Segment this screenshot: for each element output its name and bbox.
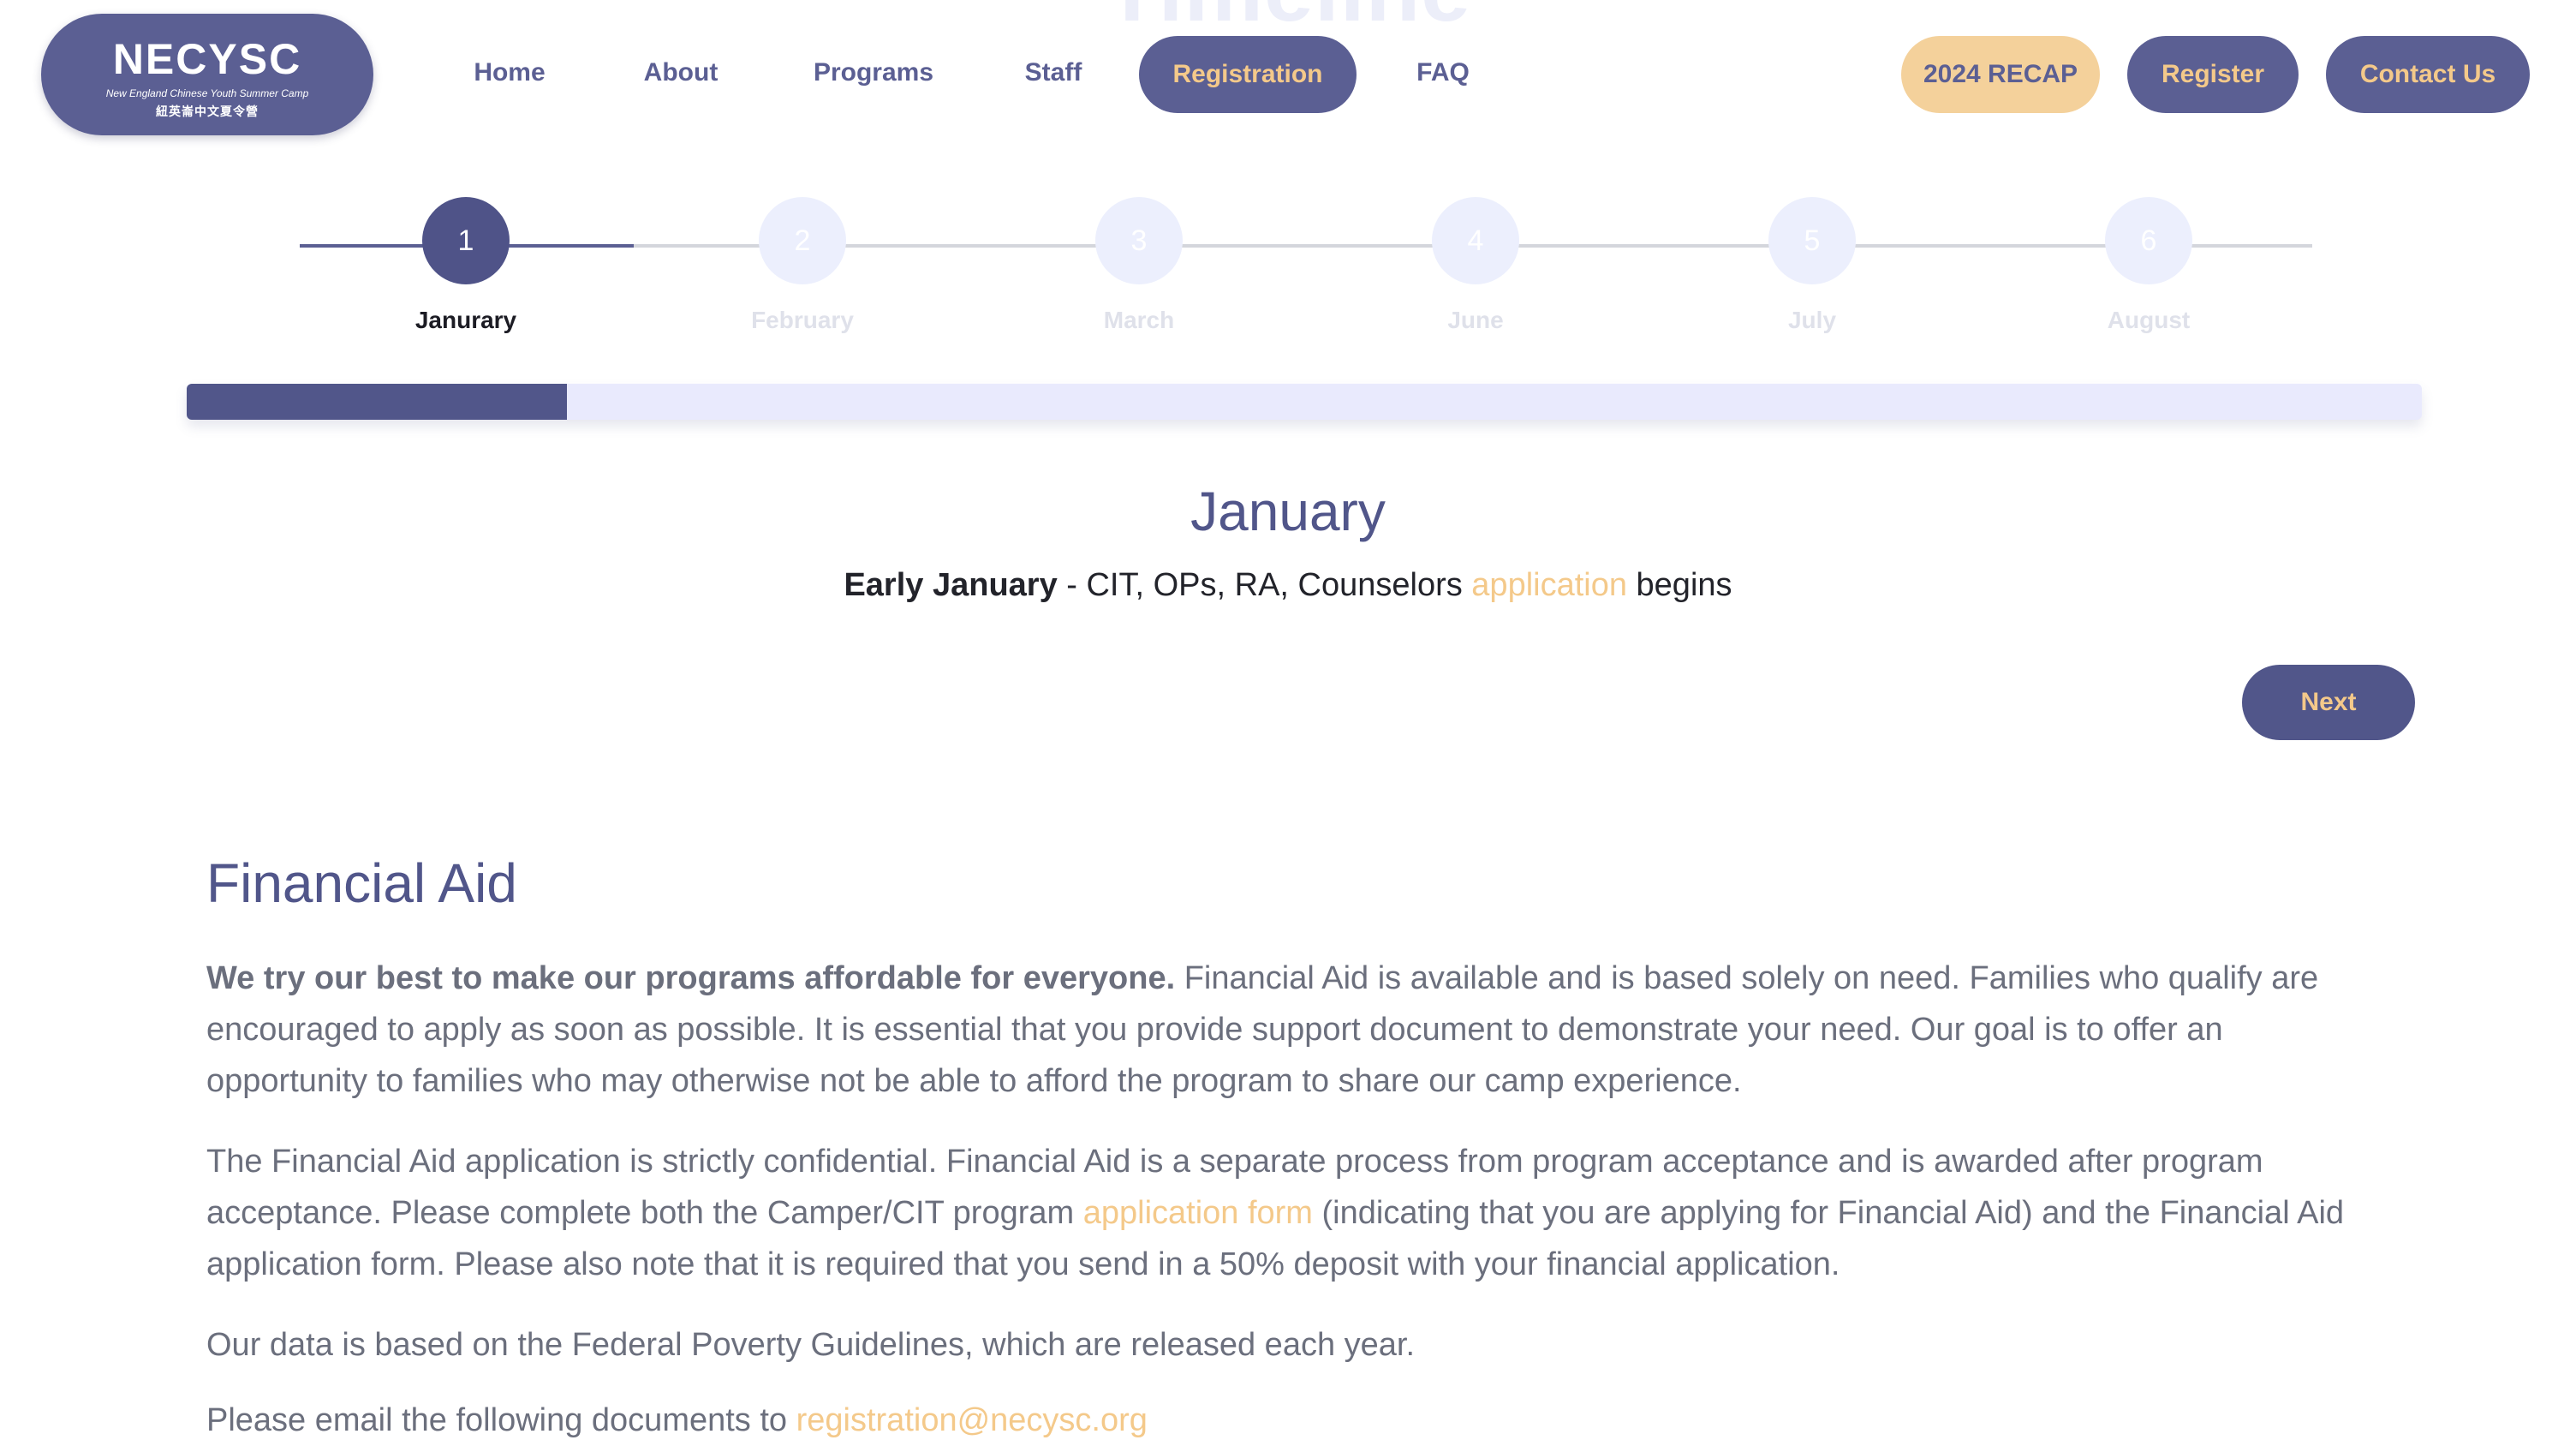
step-label-1: Janurary xyxy=(414,307,517,333)
step-circle-3[interactable]: 3 xyxy=(1095,197,1183,284)
step-circle-6[interactable]: 6 xyxy=(2105,197,2192,284)
step-label-2: February xyxy=(751,307,854,333)
nav-link-faq[interactable]: FAQ xyxy=(1396,34,1490,111)
logo-title: NECYSC xyxy=(112,35,302,83)
step-label-6: August xyxy=(2107,307,2191,333)
nav-link-programs[interactable]: Programs xyxy=(788,34,959,111)
timeline-month-title: January xyxy=(1190,481,1386,542)
nav-link-registration[interactable]: Registration xyxy=(1139,36,1357,113)
step-label-4: June xyxy=(1447,307,1504,333)
financial-aid-paragraph-2: The Financial Aid application is strictl… xyxy=(206,1136,2364,1290)
step-circle-2[interactable]: 2 xyxy=(759,197,846,284)
step-circle-1[interactable]: 1 xyxy=(422,197,510,284)
logo-subtitle-chinese: 紐英崙中文夏令營 xyxy=(156,105,259,118)
timeline-date-label: Early January xyxy=(844,567,1058,603)
nav-link-about[interactable]: About xyxy=(617,34,745,111)
necysc-logo[interactable]: NECYSC New England Chinese Youth Summer … xyxy=(41,14,373,135)
timeline-progress-bar xyxy=(187,384,2422,420)
timeline-stepper: 1 2 3 4 5 6 Janurary February March June… xyxy=(0,197,2576,351)
timeline-month-description: Early January - CIT, OPs, RA, Counselors… xyxy=(0,567,2576,604)
register-button[interactable]: Register xyxy=(2127,36,2299,113)
registration-email-link[interactable]: registration@necysc.org xyxy=(796,1402,1148,1438)
progress-fill xyxy=(187,384,567,420)
financial-aid-heading: Financial Aid xyxy=(206,852,517,914)
application-form-link[interactable]: application form xyxy=(1083,1195,1313,1231)
top-navigation: NECYSC New England Chinese Youth Summer … xyxy=(0,0,2576,146)
step-label-5: July xyxy=(1787,307,1837,333)
step-circle-5[interactable]: 5 xyxy=(1768,197,1856,284)
recap-2024-button[interactable]: 2024 RECAP xyxy=(1901,36,2100,113)
step-circle-4[interactable]: 4 xyxy=(1432,197,1519,284)
step-label-3: March xyxy=(1103,307,1175,333)
financial-aid-intro-bold: We try our best to make our programs aff… xyxy=(206,960,1176,996)
next-button[interactable]: Next xyxy=(2242,665,2415,740)
application-link[interactable]: application xyxy=(1471,567,1627,603)
financial-aid-paragraph-4: Please email the following documents to … xyxy=(206,1395,2364,1446)
logo-subtitle: New England Chinese Youth Summer Camp xyxy=(105,87,309,99)
nav-link-home[interactable]: Home xyxy=(445,34,574,111)
contact-us-button[interactable]: Contact Us xyxy=(2326,36,2530,113)
timeline-description-suffix: begins xyxy=(1626,567,1732,603)
nav-link-staff[interactable]: Staff xyxy=(1002,34,1105,111)
financial-aid-paragraph-1: We try our best to make our programs aff… xyxy=(206,953,2364,1107)
financial-aid-p4-text: Please email the following documents to xyxy=(206,1402,796,1438)
timeline-description-text: - CIT, OPs, RA, Counselors xyxy=(1057,567,1472,603)
financial-aid-paragraph-3: Our data is based on the Federal Poverty… xyxy=(206,1327,1416,1363)
